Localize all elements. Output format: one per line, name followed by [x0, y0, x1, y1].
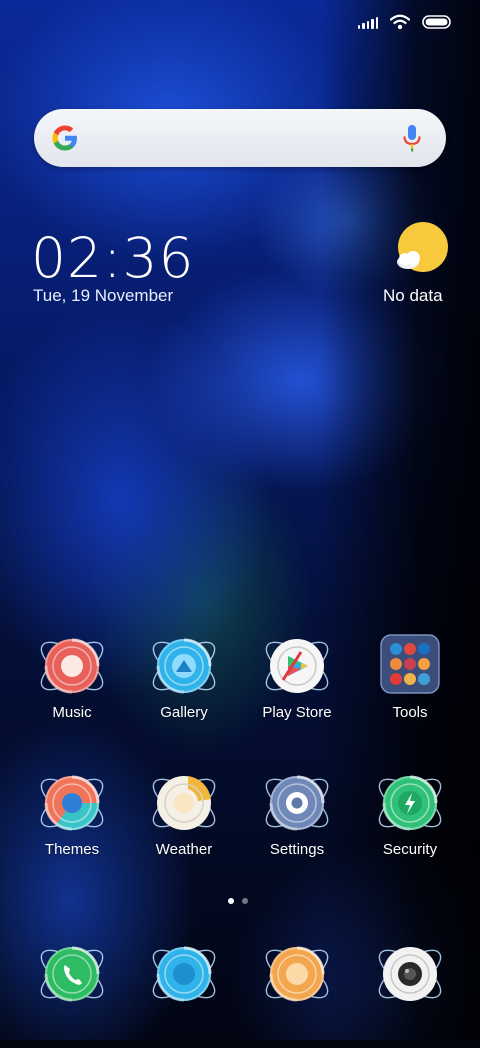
wifi-icon [390, 14, 410, 30]
status-bar [357, 10, 453, 34]
partly-cloudy-icon[interactable] [395, 222, 449, 276]
security-icon [374, 770, 446, 836]
app-weather[interactable]: Weather [139, 767, 229, 877]
tools-folder-icon [380, 634, 440, 694]
app-tools-folder[interactable]: Tools [365, 630, 455, 740]
app-label: Settings [269, 841, 325, 858]
app-label: Gallery [160, 704, 208, 721]
app-music[interactable]: Music [27, 630, 117, 740]
clock-time[interactable]: 02:36 [31, 226, 195, 290]
browser-icon [261, 941, 333, 1007]
gallery-icon [148, 633, 220, 699]
app-label: Music [52, 704, 92, 721]
phone-icon [36, 941, 108, 1007]
dock-camera[interactable] [365, 938, 455, 1048]
app-label: Tools [392, 704, 428, 721]
app-label: Play Store [262, 704, 332, 721]
app-label: Security [382, 841, 438, 858]
app-settings[interactable]: Settings [252, 767, 342, 877]
microphone-icon[interactable] [400, 123, 424, 153]
weather-app-icon [148, 770, 220, 836]
signal-bars-icon [357, 15, 378, 29]
google-search-bar[interactable] [34, 109, 446, 167]
themes-icon [36, 770, 108, 836]
clock-date[interactable]: Tue, 19 November [33, 286, 173, 306]
app-play-store[interactable]: Play Store [252, 630, 342, 740]
app-security[interactable]: Security [365, 767, 455, 877]
dock-browser[interactable] [252, 938, 342, 1048]
app-themes[interactable]: Themes [27, 767, 117, 877]
weather-status[interactable]: No data [383, 286, 443, 306]
page-dot-active[interactable] [228, 898, 234, 904]
page-dot[interactable] [242, 898, 248, 904]
google-g-icon [52, 125, 77, 151]
messages-icon [148, 941, 220, 1007]
page-indicator[interactable] [228, 898, 248, 904]
app-gallery[interactable]: Gallery [139, 630, 229, 740]
app-label: Weather [155, 841, 213, 858]
dock-messages[interactable] [139, 938, 229, 1048]
play-store-icon [261, 633, 333, 699]
battery-icon [422, 15, 451, 29]
camera-icon [374, 941, 446, 1007]
app-label: Themes [44, 841, 100, 858]
settings-icon [261, 770, 333, 836]
dock-phone[interactable] [27, 938, 117, 1048]
music-icon [36, 633, 108, 699]
